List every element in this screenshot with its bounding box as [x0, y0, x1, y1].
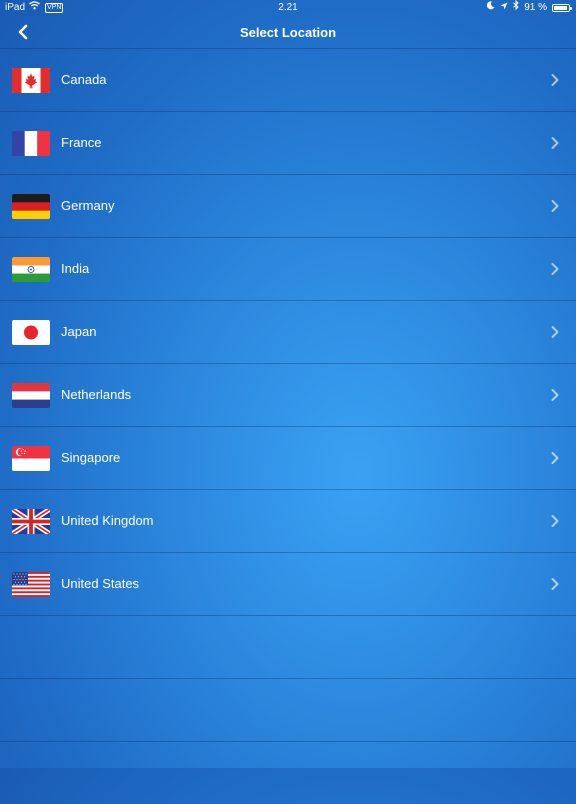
moon-icon [487, 0, 495, 16]
location-name: Netherlands [61, 387, 132, 402]
chevron-right-icon [551, 578, 559, 590]
page-title: Select Location [239, 25, 337, 40]
united-kingdom-flag-icon [12, 509, 50, 534]
india-flag-icon [12, 257, 50, 282]
chevron-right-icon [551, 263, 559, 275]
location-row-united-kingdom[interactable]: United Kingdom [0, 489, 576, 552]
location-row-united-states[interactable]: United States [0, 552, 576, 615]
location-name: United States [61, 576, 140, 591]
location-name: India [61, 261, 90, 276]
status-left: iPad VPN [5, 0, 64, 16]
chevron-right-icon [551, 200, 559, 212]
japan-flag-icon [12, 320, 50, 345]
location-row-canada[interactable]: Canada [0, 48, 576, 111]
united-states-flag-icon [12, 572, 50, 597]
chevron-right-icon [551, 326, 559, 338]
empty-row [0, 678, 576, 741]
chevron-right-icon [551, 389, 559, 401]
empty-row [0, 615, 576, 678]
battery-icon [552, 4, 572, 12]
chevron-right-icon [551, 74, 559, 86]
battery-percent: 91 % [524, 2, 547, 13]
chevron-right-icon [551, 137, 559, 149]
empty-row [0, 741, 576, 804]
device-name: iPad [5, 2, 26, 13]
location-name: France [61, 135, 102, 150]
battery-level [554, 6, 567, 10]
wifi-icon [29, 0, 40, 16]
back-button[interactable] [10, 20, 36, 44]
location-name: Germany [61, 198, 115, 213]
status-right: 91 % [487, 0, 572, 16]
location-row-japan[interactable]: Japan [0, 300, 576, 363]
location-name: Japan [61, 324, 97, 339]
germany-flag-icon [12, 194, 50, 219]
location-name: Singapore [61, 450, 121, 465]
location-row-france[interactable]: France [0, 111, 576, 174]
canada-flag-icon [12, 68, 50, 93]
netherlands-flag-icon [12, 383, 50, 408]
chevron-right-icon [551, 452, 559, 464]
navigation-bar: Select Location [0, 16, 576, 49]
chevron-right-icon [551, 515, 559, 527]
location-row-india[interactable]: India [0, 237, 576, 300]
location-row-netherlands[interactable]: Netherlands [0, 363, 576, 426]
location-name: United Kingdom [61, 513, 154, 528]
chevron-left-icon [18, 24, 28, 40]
location-row-germany[interactable]: Germany [0, 174, 576, 237]
france-flag-icon [12, 131, 50, 156]
vpn-badge: VPN [45, 3, 64, 13]
location-name: Canada [61, 72, 107, 87]
singapore-flag-icon [12, 446, 50, 471]
status-bar: iPad VPN 2.21 91 % [0, 0, 576, 16]
location-row-singapore[interactable]: Singapore [0, 426, 576, 489]
location-arrow-icon [500, 0, 508, 16]
location-list: Canada France Germany India Japan Nether… [0, 48, 576, 804]
bluetooth-icon [513, 0, 519, 16]
